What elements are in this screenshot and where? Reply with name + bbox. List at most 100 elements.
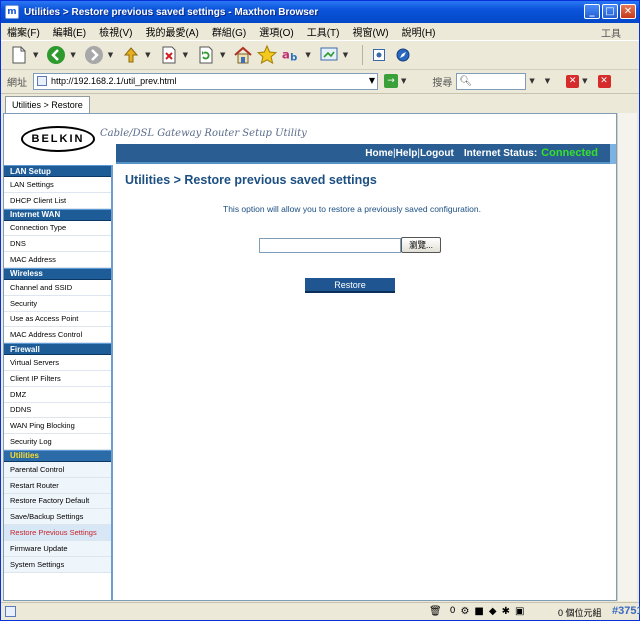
trash-icon[interactable]: 🗑︎ [429,606,442,617]
title-bar[interactable]: m Utilities > Restore previous saved set… [1,1,639,23]
sidebar-item-mac-address[interactable]: MAC Address [4,252,111,268]
go-icon[interactable]: → [384,74,398,88]
forward-dropdown-icon[interactable]: ▼ [108,51,113,59]
logout-link[interactable]: Logout [420,148,454,159]
capture-dropdown-icon[interactable]: ▼ [343,51,348,59]
tab-utilities-restore[interactable]: Utilities > Restore [5,96,90,113]
minimize-button[interactable]: _ [584,4,600,19]
sidebar-item-firmware-update[interactable]: Firmware Update [4,540,111,557]
home-icon[interactable] [233,45,253,65]
menu-file[interactable]: 檔案(F) [7,24,40,39]
clear-dropdown-icon[interactable]: ▼ [582,77,587,85]
sidebar-item-ddns[interactable]: DDNS [4,402,111,419]
forward-icon[interactable] [84,45,104,65]
sidebar-item-system-settings[interactable]: System Settings [4,556,111,573]
sidebar-header-lan-setup[interactable]: LAN Setup [4,165,111,177]
maximize-button[interactable]: □ [602,4,618,19]
vertical-scrollbar[interactable] [617,113,637,601]
refresh-icon[interactable] [196,45,216,65]
sidebar-header-utilities[interactable]: Utilities [4,449,111,462]
menu-options[interactable]: 選項(O) [259,24,293,39]
sidebar-item-security[interactable]: Security [4,295,111,312]
sidebar-header-wireless[interactable]: Wireless [4,267,111,280]
window-title: Utilities > Restore previous saved setti… [24,6,319,18]
menu-help[interactable]: 說明(H) [402,24,436,39]
file-path-input[interactable] [259,238,401,253]
go-dropdown-icon[interactable]: ▼ [401,77,406,85]
browse-button[interactable]: 瀏覽... [401,237,441,253]
popup-blocker-icon[interactable]: ■ [474,606,483,617]
back-icon[interactable] [46,45,66,65]
new-page-icon[interactable] [9,45,29,65]
restore-button[interactable]: Restore [305,278,395,293]
sidebar-header-firewall[interactable]: Firewall [4,343,111,356]
status-icons: 🗑︎ 0 ⚙︎ ■ ◆ ✱ ▣ [429,606,524,617]
new-dropdown-icon[interactable]: ▼ [33,51,38,59]
search-label: 搜尋 [432,77,453,89]
translate-dropdown-icon[interactable]: ▼ [305,51,310,59]
tools-label[interactable]: 工具 [601,25,621,40]
sidebar-item-dns[interactable]: DNS [4,236,111,253]
ad-filter-icon[interactable]: ◆ [489,606,497,617]
menu-window[interactable]: 視窗(W) [353,24,389,39]
browser-window: m Utilities > Restore previous saved set… [0,0,640,621]
sidebar-item-mac-address-control[interactable]: MAC Address Control [4,327,111,344]
sidebar-item-restart-router[interactable]: Restart Router [4,477,111,494]
plugin-icon[interactable]: ✱ [502,606,510,617]
sidebar-header-internet-wan[interactable]: Internet WAN [4,208,111,221]
stop-dropdown-icon[interactable]: ▼ [183,51,188,59]
sidebar-item-restore-factory-default[interactable]: Restore Factory Default [4,493,111,510]
close-button[interactable]: ✕ [620,4,636,19]
svg-text:a: a [282,47,290,61]
up-dropdown-icon[interactable]: ▼ [145,51,150,59]
connection-icon[interactable]: ⚙︎ [460,606,469,617]
search-options-dropdown-icon[interactable]: ▼ [545,77,550,85]
sidebar-item-channel-ssid[interactable]: Channel and SSID [4,279,111,296]
menu-group[interactable]: 群組(G) [212,24,246,39]
menu-tools[interactable]: 工具(T) [307,24,340,39]
proxy-icon[interactable]: ▣ [515,606,524,617]
sidebar-item-wan-ping-blocking[interactable]: WAN Ping Blocking [4,418,111,435]
menu-favorites[interactable]: 我的最愛(A) [145,24,198,39]
search-dropdown-icon[interactable]: ▼ [529,77,534,85]
sidebar-item-access-point[interactable]: Use as Access Point [4,311,111,328]
sidebar-item-restore-previous-settings[interactable]: Restore Previous Settings [4,525,111,541]
home-link[interactable]: Home [365,148,393,159]
sidebar: LAN Setup LAN Settings DHCP Client List … [4,165,113,600]
sidebar-item-lan-settings[interactable]: LAN Settings [4,177,111,193]
sidebar-item-parental-control[interactable]: Parental Control [4,461,111,478]
refresh-dropdown-icon[interactable]: ▼ [220,51,225,59]
screen-capture-icon[interactable] [319,45,339,65]
up-level-icon[interactable] [121,45,141,65]
url-input[interactable]: http://192.168.2.1/util_prev.html ▼ [33,72,378,90]
close-tab-icon[interactable]: ✕ [597,74,611,88]
help-link[interactable]: Help [396,148,418,159]
stop-icon[interactable] [159,45,179,65]
menu-edit[interactable]: 編輯(E) [53,24,86,39]
belkin-logo: BELKIN [21,126,95,152]
translate-icon[interactable]: ab [281,45,301,65]
rss-icon[interactable] [369,45,389,65]
sidebar-item-security-log[interactable]: Security Log [4,434,111,450]
top-nav-bar: Home | Help | Logout Internet Status: Co… [116,144,616,164]
page-title: Utilities > Restore previous saved setti… [125,173,377,187]
back-dropdown-icon[interactable]: ▼ [70,51,75,59]
sidebar-item-virtual-servers[interactable]: Virtual Servers [4,355,111,371]
compass-icon[interactable] [393,45,413,65]
menu-view[interactable]: 檢視(V) [99,24,132,39]
address-bar: 網址 http://192.168.2.1/util_prev.html ▼ →… [1,69,639,92]
sidebar-item-save-backup-settings[interactable]: Save/Backup Settings [4,509,111,526]
menu-bar: 檔案(F) 編輯(E) 檢視(V) 我的最愛(A) 群組(G) 選項(O) 工具… [1,23,639,40]
sidebar-item-connection-type[interactable]: Connection Type [4,220,111,237]
sidebar-item-client-ip-filters[interactable]: Client IP Filters [4,370,111,387]
favorites-star-icon[interactable] [257,44,278,65]
sidebar-item-dhcp-client-list[interactable]: DHCP Client List [4,192,111,209]
window-controls: _ □ ✕ [584,4,636,19]
transfer-counter: 0 個位元組 [558,608,602,618]
url-dropdown-icon[interactable]: ▼ [369,76,375,85]
trash-count: 0 [449,606,456,616]
search-input[interactable]: 🔍︎ [456,72,527,90]
clear-icon[interactable]: ✕ [566,74,580,88]
tab-strip: Utilities > Restore [1,93,639,113]
sidebar-item-dmz[interactable]: DMZ [4,386,111,403]
